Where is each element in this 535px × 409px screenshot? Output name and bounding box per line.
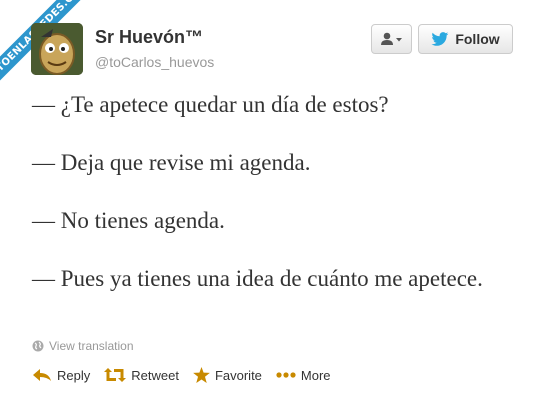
reply-arrow-icon [33, 369, 51, 381]
globe-icon [32, 340, 44, 352]
user-display-name[interactable]: Sr Huevón™ [95, 27, 203, 48]
tweet-line: — Pues ya tienes una idea de cuánto me a… [32, 266, 483, 291]
retweet-label: Retweet [131, 367, 179, 383]
view-translation-link[interactable]: View translation [32, 339, 134, 353]
user-actions-button[interactable] [371, 24, 412, 54]
user-handle[interactable]: @toCarlos_huevos [95, 54, 214, 70]
avatar[interactable] [31, 23, 83, 75]
favorite-button[interactable]: Favorite [193, 367, 262, 383]
favorite-label: Favorite [214, 367, 262, 383]
tweet-line: — ¿Te apetece quedar un día de estos? [32, 92, 389, 117]
retweet-icon [104, 368, 127, 382]
retweet-button[interactable]: Retweet [104, 368, 179, 383]
twitter-bird-icon [431, 31, 449, 46]
view-translation-label: View translation [49, 339, 134, 353]
reply-button[interactable]: Reply [32, 368, 90, 383]
more-button[interactable]: More [276, 368, 331, 383]
star-icon [193, 367, 210, 383]
more-dots-icon [276, 372, 296, 378]
avatar-egg-character-icon [31, 23, 83, 75]
follow-button[interactable]: Follow [418, 24, 513, 54]
tweet-line: — No tienes agenda. [32, 208, 225, 233]
tweet-line: — Deja que revise mi agenda. [32, 150, 311, 175]
reply-label: Reply [57, 367, 91, 383]
tweet-text: — ¿Te apetece quedar un día de estos? — … [32, 90, 512, 293]
tweet-actions: Reply Retweet Favorite More [32, 367, 345, 383]
user-dropdown-icon [380, 32, 402, 45]
follow-button-label: Follow [455, 31, 500, 47]
more-label: More [300, 367, 331, 383]
